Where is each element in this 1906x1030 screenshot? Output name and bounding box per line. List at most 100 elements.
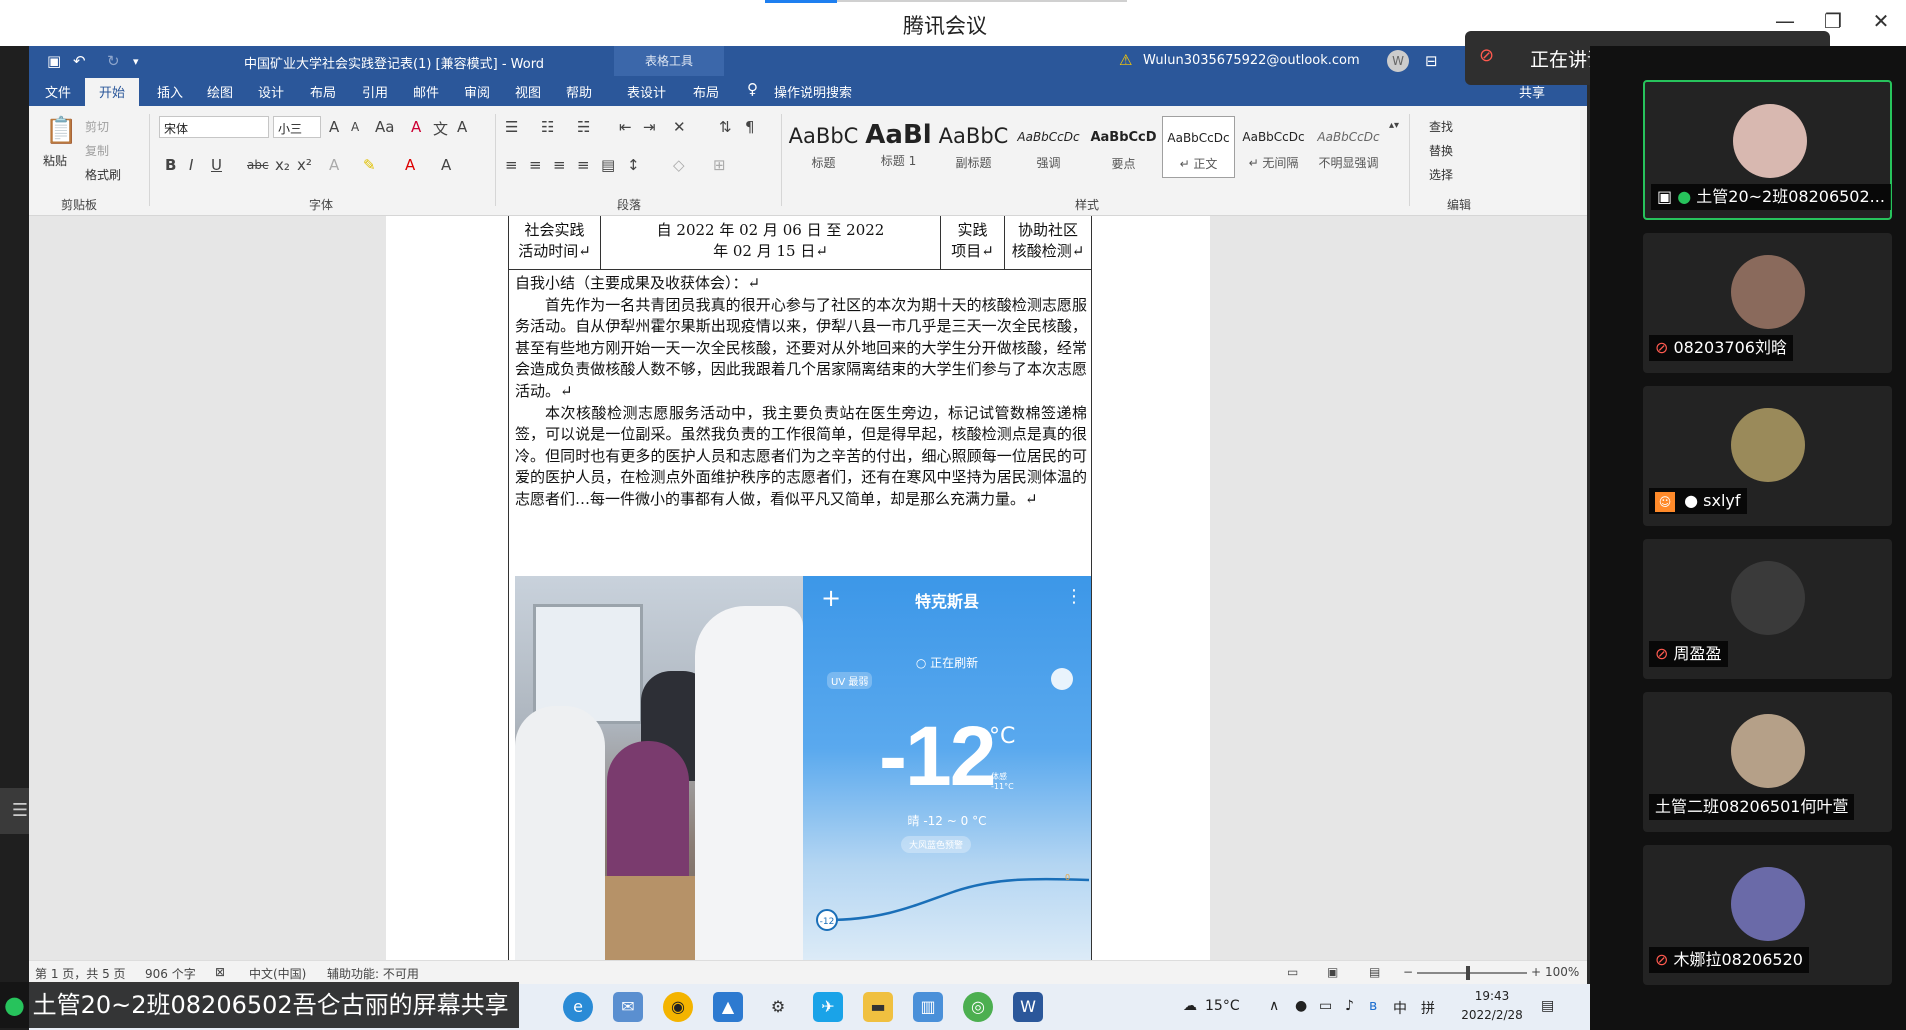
superscript-icon[interactable]: x²: [297, 156, 312, 174]
tab-help[interactable]: 帮助: [566, 82, 592, 101]
zoom-out-icon[interactable]: −: [1403, 965, 1413, 979]
tencent-meeting-icon[interactable]: ✈: [813, 992, 843, 1022]
weather-tray-icon[interactable]: ☁: [1183, 998, 1197, 1014]
format-painter-button[interactable]: 格式刷: [85, 166, 121, 183]
pinyin-icon[interactable]: 文: [433, 118, 448, 139]
bold-icon[interactable]: B: [165, 156, 176, 174]
participant-card[interactable]: ☺ ● sxlyf: [1643, 386, 1892, 526]
tab-home[interactable]: 开始: [85, 78, 140, 106]
zoom-level[interactable]: 100%: [1545, 965, 1579, 979]
word-icon[interactable]: W: [1013, 992, 1043, 1022]
participant-card[interactable]: 土管二班08206501何叶萱: [1643, 692, 1892, 832]
control-panel-icon[interactable]: ▥: [913, 992, 943, 1022]
styles-scroll-icon[interactable]: ▴▾: [1389, 120, 1399, 131]
style-no-spacing[interactable]: AaBbCcDc ↵ 无间隔: [1237, 116, 1310, 178]
select-button[interactable]: 选择: [1429, 166, 1453, 183]
style-title[interactable]: AaBbC 标题: [787, 116, 860, 178]
cell-project[interactable]: 协助社区 核酸检测↵: [1005, 216, 1091, 270]
style-strong[interactable]: AaBbCcD 要点: [1087, 116, 1160, 178]
align-center-icon[interactable]: ≡: [529, 156, 542, 174]
font-size-select[interactable]: 小三: [273, 116, 321, 138]
participant-card[interactable]: ▣ ● 土管20~2班08206502...: [1643, 80, 1892, 220]
font-name-select[interactable]: 宋体: [159, 116, 269, 138]
style-normal[interactable]: AaBbCcDc ↵ 正文: [1162, 116, 1235, 178]
customize-qat-icon[interactable]: ▾: [133, 55, 139, 68]
page-count[interactable]: 第 1 页，共 5 页: [35, 965, 126, 982]
tab-mailings[interactable]: 邮件: [413, 82, 439, 101]
undo-icon[interactable]: ↶: [73, 52, 86, 70]
accessibility-status[interactable]: 辅助功能: 不可用: [327, 965, 419, 982]
paste-button[interactable]: 粘贴: [43, 152, 67, 169]
paste-icon[interactable]: 📋: [45, 116, 77, 146]
photos-icon[interactable]: ▲: [713, 992, 743, 1022]
justify-icon[interactable]: ≡: [577, 156, 590, 174]
account-avatar[interactable]: W: [1387, 50, 1409, 72]
tray-ime[interactable]: 中: [1393, 998, 1407, 1018]
save-icon[interactable]: ▣: [47, 52, 61, 70]
redo-icon[interactable]: ↻: [107, 52, 120, 70]
proofing-icon[interactable]: ⊠: [215, 965, 225, 979]
word-count[interactable]: 906 个字: [145, 965, 196, 982]
ribbon-display-icon[interactable]: ⊟: [1425, 52, 1438, 70]
replace-button[interactable]: 替换: [1429, 142, 1453, 159]
tray-expand-icon[interactable]: ∧: [1269, 998, 1279, 1014]
tab-layout[interactable]: 布局: [310, 82, 336, 101]
sort-icon[interactable]: ⇅: [719, 118, 732, 136]
cell-activity-time-label[interactable]: 社会实践 活动时间↵: [509, 216, 601, 270]
tell-me-search[interactable]: 操作说明搜索: [774, 82, 852, 101]
char-border-icon[interactable]: A: [457, 118, 467, 136]
underline-icon[interactable]: U: [211, 156, 222, 174]
subscript-icon[interactable]: x₂: [275, 156, 290, 174]
char-shading-icon[interactable]: A: [441, 156, 451, 174]
decrease-indent-icon[interactable]: ⇤: [619, 118, 632, 136]
strikethrough-icon[interactable]: abc: [247, 158, 269, 172]
settings-icon[interactable]: ⚙: [763, 992, 793, 1022]
tray-temperature[interactable]: 15°C: [1205, 998, 1240, 1014]
print-layout-icon[interactable]: ▣: [1327, 965, 1338, 979]
borders-icon[interactable]: ⊞: [713, 156, 726, 174]
participant-card[interactable]: ⊘ 木娜拉08206520: [1643, 845, 1892, 985]
participant-card[interactable]: ⊘ 08203706刘晗: [1643, 233, 1892, 373]
chrome-icon[interactable]: ◉: [663, 992, 693, 1022]
zoom-slider[interactable]: [1417, 972, 1527, 974]
file-explorer-icon[interactable]: ▬: [863, 992, 893, 1022]
grow-font-icon[interactable]: A: [329, 118, 339, 136]
tab-references[interactable]: 引用: [362, 82, 388, 101]
numbering-icon[interactable]: ☷: [541, 118, 554, 136]
participant-card[interactable]: ⊘ 周盈盈: [1643, 539, 1892, 679]
style-emphasis[interactable]: AaBbCcDc 强调: [1012, 116, 1085, 178]
tray-layout[interactable]: 拼: [1421, 998, 1435, 1018]
text-effects-icon[interactable]: A: [329, 156, 339, 174]
font-color-icon[interactable]: A: [405, 156, 415, 174]
summary-text[interactable]: 自我小结（主要成果及收获体会）：↵ 首先作为一名共青团员我真的很开心参与了社区的…: [515, 273, 1087, 511]
read-mode-icon[interactable]: ▭: [1287, 965, 1298, 979]
tab-table-layout[interactable]: 布局: [693, 82, 719, 101]
multilevel-list-icon[interactable]: ☵: [577, 118, 590, 136]
style-heading1[interactable]: AaBl 标题 1: [862, 116, 935, 178]
shrink-font-icon[interactable]: A: [351, 120, 359, 134]
align-right-icon[interactable]: ≡: [553, 156, 566, 174]
distributed-icon[interactable]: ▤: [601, 156, 615, 174]
web-layout-icon[interactable]: ▤: [1369, 965, 1380, 979]
taskbar-clock[interactable]: 19:43 2022/2/28: [1459, 987, 1525, 1025]
increase-indent-icon[interactable]: ⇥: [643, 118, 656, 136]
style-subtle-emphasis[interactable]: AaBbCcDc 不明显强调: [1312, 116, 1385, 178]
zoom-slider-thumb[interactable]: [1466, 966, 1470, 980]
mail-icon[interactable]: ✉: [613, 992, 643, 1022]
tab-draw[interactable]: 绘图: [207, 82, 233, 101]
tray-battery-icon[interactable]: ▭: [1319, 998, 1332, 1014]
tray-volume-icon[interactable]: ♪: [1345, 998, 1354, 1014]
align-left-icon[interactable]: ≡: [505, 156, 518, 174]
italic-icon[interactable]: I: [189, 156, 193, 174]
change-case-icon[interactable]: Aa: [375, 118, 394, 136]
tab-design[interactable]: 设计: [258, 82, 284, 101]
tab-insert[interactable]: 插入: [157, 82, 183, 101]
browser-360-icon[interactable]: ◎: [963, 992, 993, 1022]
tab-file[interactable]: 文件: [45, 82, 71, 101]
bullets-icon[interactable]: ☰: [505, 118, 518, 136]
tab-view[interactable]: 视图: [515, 82, 541, 101]
cell-activity-time[interactable]: 自 2022 年 02 月 06 日 至 2022 年 02 月 15 日↵: [601, 216, 941, 270]
show-marks-icon[interactable]: ¶: [745, 118, 755, 136]
cut-button[interactable]: 剪切: [85, 118, 109, 135]
notification-icon[interactable]: ▤: [1541, 998, 1554, 1014]
